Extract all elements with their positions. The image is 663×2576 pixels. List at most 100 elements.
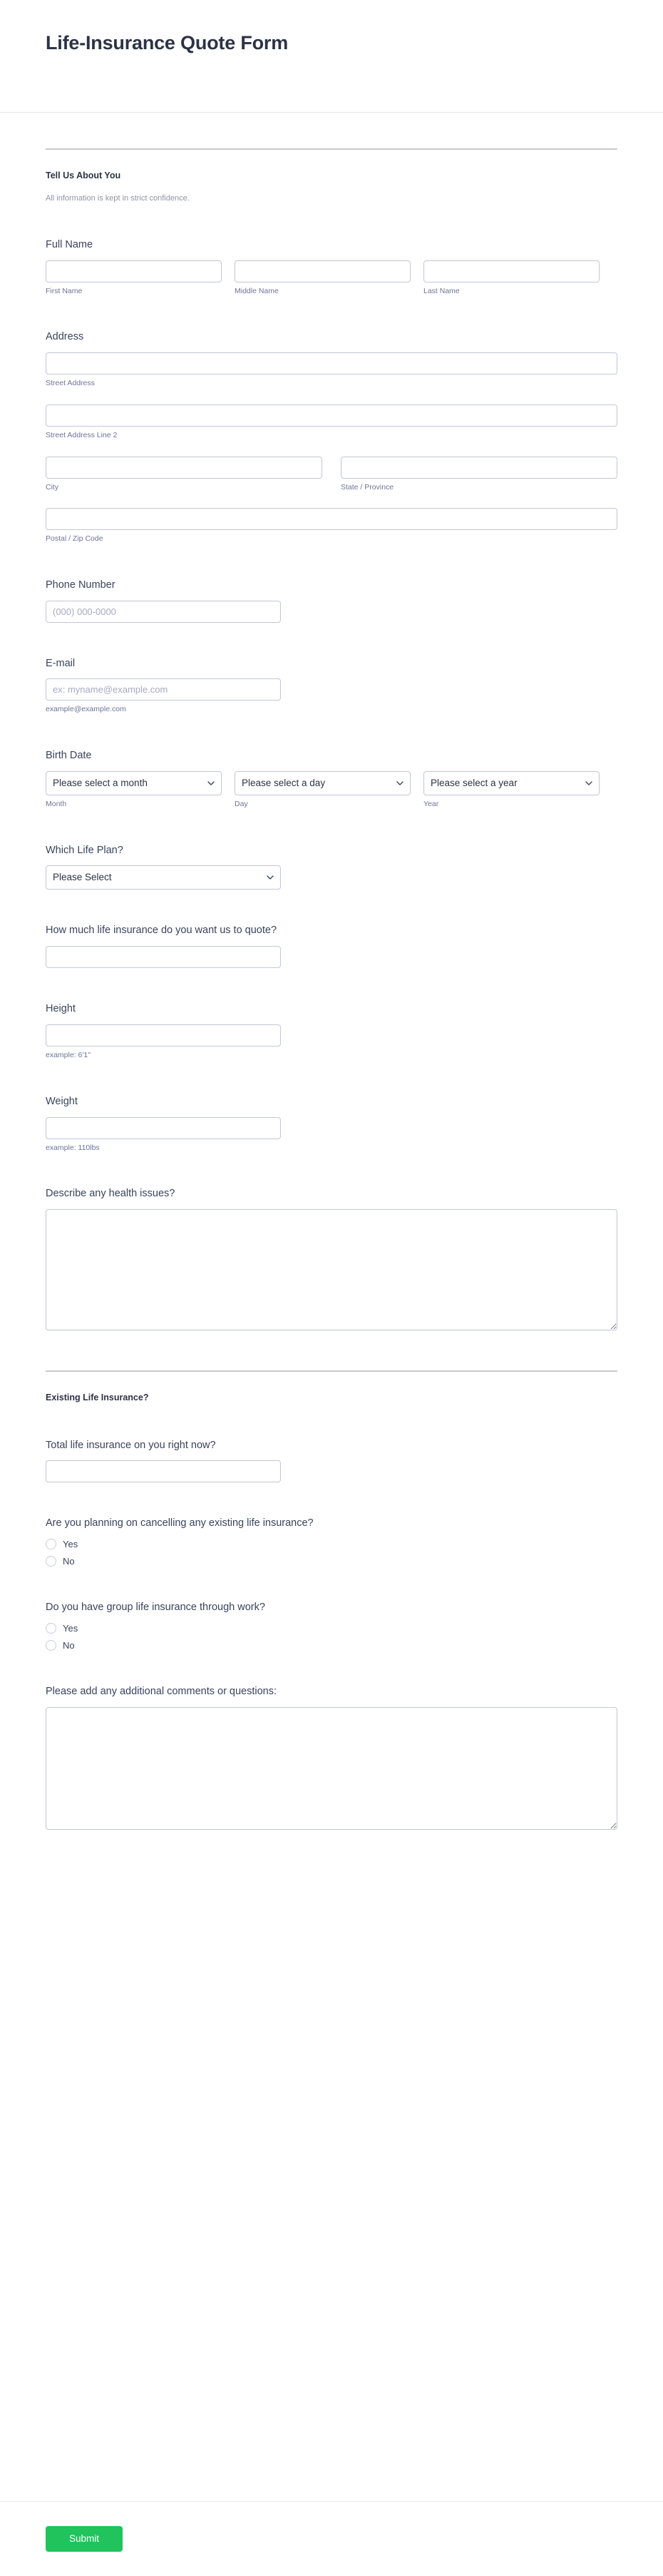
radio-label-cancelling-no: No xyxy=(63,1556,75,1567)
birth-year-select[interactable]: Please select a year xyxy=(423,770,600,795)
birth-day-select[interactable]: Please select a day xyxy=(235,770,411,795)
quote-amount-input[interactable] xyxy=(46,946,281,969)
field-address: Address Street Address Street Address Li… xyxy=(46,330,617,544)
sublabel-postal-zip: Postal / Zip Code xyxy=(46,534,103,544)
cancelling-radio-group: Yes No xyxy=(46,1539,617,1567)
field-group-insurance: Do you have group life insurance through… xyxy=(46,1601,617,1651)
label-weight: Weight xyxy=(46,1095,78,1107)
label-phone-number: Phone Number xyxy=(46,579,115,591)
sublabel-last-name: Last Name xyxy=(423,286,460,295)
sublabel-street-address-2: Street Address Line 2 xyxy=(46,430,118,439)
section-heading-about: Tell Us About You xyxy=(46,170,121,180)
street-address-group: Street Address xyxy=(46,352,617,389)
last-name-group: Last Name xyxy=(423,260,600,297)
label-total-insurance: Total life insurance on you right now? xyxy=(46,1439,216,1451)
sublabel-state-province: State / Province xyxy=(341,482,394,492)
birth-date-row: Please select a month Month Please selec… xyxy=(46,770,617,810)
weight-input[interactable] xyxy=(46,1116,281,1139)
sublabel-city: City xyxy=(46,482,59,492)
total-insurance-input[interactable] xyxy=(46,1460,281,1483)
life-plan-select-wrap: Please Select xyxy=(46,865,281,890)
field-email: E-mail example@example.com xyxy=(46,657,617,715)
sublabel-month: Month xyxy=(46,799,67,808)
footer-divider xyxy=(0,2501,663,2502)
field-cancelling-insurance: Are you planning on cancelling any exist… xyxy=(46,1517,617,1567)
city-state-row: City State / Province xyxy=(46,456,617,493)
field-birth-date: Birth Date Please select a month Month P… xyxy=(46,749,617,809)
birth-month-select[interactable]: Please select a month xyxy=(46,770,222,795)
radio-label-cancelling-yes: Yes xyxy=(63,1539,78,1550)
field-weight: Weight example: 110lbs xyxy=(46,1095,617,1153)
email-input[interactable] xyxy=(46,678,281,701)
radio-label-group-yes: Yes xyxy=(63,1623,78,1634)
field-phone: Phone Number xyxy=(46,579,617,623)
label-group-insurance: Do you have group life insurance through… xyxy=(46,1602,265,1614)
middle-name-group: Middle Name xyxy=(235,260,411,297)
last-name-input[interactable] xyxy=(423,260,600,282)
first-name-group: First Name xyxy=(46,260,222,297)
label-quote-amount: How much life insurance do you want us t… xyxy=(46,925,277,937)
comments-textarea[interactable] xyxy=(46,1706,617,1830)
label-address: Address xyxy=(46,331,84,343)
bottom-spacer xyxy=(46,1830,617,1937)
city-input[interactable] xyxy=(46,456,322,479)
field-full-name: Full Name First Name Middle Name Last Na… xyxy=(46,238,617,296)
field-comments: Please add any additional comments or qu… xyxy=(46,1685,617,1830)
form-body: Tell Us About You All information is kep… xyxy=(0,148,663,1937)
state-province-input[interactable] xyxy=(341,456,617,479)
field-height: Height example: 6'1" xyxy=(46,1002,617,1060)
life-plan-select[interactable]: Please Select xyxy=(46,865,281,890)
label-health-issues: Describe any health issues? xyxy=(46,1188,175,1200)
full-name-row: First Name Middle Name Last Name xyxy=(46,260,617,297)
sublabel-year: Year xyxy=(423,799,439,808)
radio-circle-icon xyxy=(46,1623,56,1634)
label-life-plan: Which Life Plan? xyxy=(46,844,123,856)
field-life-plan: Which Life Plan? Please Select xyxy=(46,844,617,890)
street-address-2-group: Street Address Line 2 xyxy=(46,404,617,441)
first-name-input[interactable] xyxy=(46,260,222,282)
sublabel-height-example: example: 6'1" xyxy=(46,1051,91,1060)
radio-cancelling-yes[interactable]: Yes xyxy=(46,1539,617,1550)
radio-cancelling-no[interactable]: No xyxy=(46,1556,617,1567)
label-cancelling-insurance: Are you planning on cancelling any exist… xyxy=(46,1517,314,1529)
postal-zip-input[interactable] xyxy=(46,508,617,531)
page-title: Life-Insurance Quote Form xyxy=(46,32,289,54)
field-quote-amount: How much life insurance do you want us t… xyxy=(46,924,617,969)
birth-year-group: Please select a year Year xyxy=(423,770,600,810)
section-divider-existing xyxy=(46,1370,617,1373)
section-subtext-confidence: All information is kept in strict confid… xyxy=(46,193,190,203)
form-header: Life-Insurance Quote Form xyxy=(0,0,663,121)
birth-month-group: Please select a month Month xyxy=(46,770,222,810)
sublabel-weight-example: example: 110lbs xyxy=(46,1143,100,1152)
sublabel-middle-name: Middle Name xyxy=(235,286,279,295)
street-address-input[interactable] xyxy=(46,352,617,375)
header-divider xyxy=(0,112,663,113)
radio-circle-icon xyxy=(46,1556,56,1567)
health-issues-textarea[interactable] xyxy=(46,1209,617,1331)
label-height: Height xyxy=(46,1003,76,1015)
section-divider-about xyxy=(46,148,617,150)
label-email: E-mail xyxy=(46,657,76,669)
radio-group-insurance-no[interactable]: No xyxy=(46,1640,617,1651)
radio-label-group-no: No xyxy=(63,1640,75,1651)
section-heading-existing: Existing Life Insurance? xyxy=(46,1393,149,1403)
postal-group: Postal / Zip Code xyxy=(46,508,617,544)
label-full-name: Full Name xyxy=(46,238,93,250)
birth-day-group: Please select a day Day xyxy=(235,770,411,810)
form-footer: Submit xyxy=(46,2526,123,2552)
street-address-2-input[interactable] xyxy=(46,404,617,427)
phone-number-input[interactable] xyxy=(46,600,281,623)
state-group: State / Province xyxy=(341,456,617,493)
sublabel-first-name: First Name xyxy=(46,286,83,295)
submit-button[interactable]: Submit xyxy=(46,2526,123,2552)
sublabel-day: Day xyxy=(235,799,248,808)
field-total-insurance: Total life insurance on you right now? xyxy=(46,1439,617,1483)
radio-group-insurance-yes[interactable]: Yes xyxy=(46,1623,617,1634)
radio-circle-icon xyxy=(46,1539,56,1550)
middle-name-input[interactable] xyxy=(235,260,411,282)
city-group: City xyxy=(46,456,322,493)
label-birth-date: Birth Date xyxy=(46,750,92,762)
sublabel-street-address: Street Address xyxy=(46,379,95,388)
height-input[interactable] xyxy=(46,1024,281,1047)
group-insurance-radio-group: Yes No xyxy=(46,1623,617,1651)
